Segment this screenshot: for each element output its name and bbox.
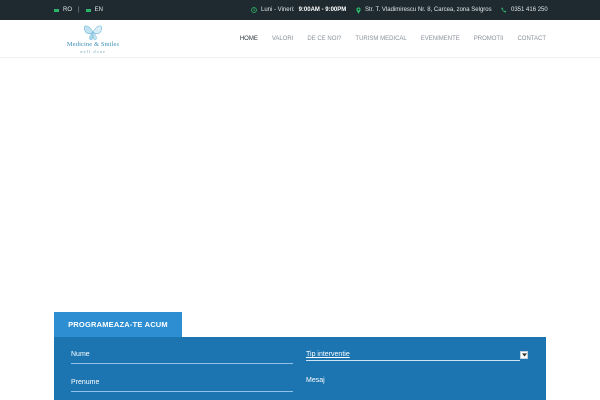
menu-item-evenimente[interactable]: EVENIMENTE [421, 36, 460, 42]
main-menu: HOME VALORI DE CE NOI? TURISM MEDICAL EV… [240, 20, 546, 58]
prenume-placeholder: Prenume [71, 379, 100, 386]
phone-icon [501, 7, 507, 13]
butterfly-logo-icon [83, 25, 103, 41]
dropdown-toggle[interactable] [520, 351, 528, 359]
menu-item-contact[interactable]: CONTACT [517, 36, 546, 42]
nume-underline [71, 363, 293, 364]
lang-en-link[interactable]: EN [95, 7, 103, 13]
prenume-underline [71, 391, 293, 392]
flag-ro-icon[interactable] [54, 8, 59, 12]
tip-interventie-value: Tip interventie [306, 351, 350, 358]
lang-ro-link[interactable]: RO [63, 7, 72, 13]
tip-interventie-select[interactable]: Tip interventie [306, 351, 528, 361]
hours-value: 9:00AM - 9:00PM [298, 7, 347, 13]
menu-item-promotii[interactable]: PROMOTII [474, 36, 504, 42]
mesaj-field[interactable]: Mesaj [306, 377, 528, 389]
menu-item-de-ce-noi[interactable]: DE CE NOI? [307, 36, 341, 42]
nume-field[interactable]: Nume [71, 351, 293, 364]
opening-hours: Luni - Vineri: 9:00AM - 9:00PM [251, 0, 346, 20]
lang-separator: | [78, 7, 80, 13]
appointment-form: Nume Prenume Tip interventie Mesaj [54, 337, 546, 400]
menu-item-turism-medical[interactable]: TURISM MEDICAL [355, 36, 406, 42]
nume-placeholder: Nume [71, 351, 90, 358]
logo-name: Medicine & Smiles [66, 41, 120, 48]
clock-icon [251, 7, 257, 13]
phone: 0351 416 250 [501, 0, 548, 20]
main-navbar: Medicine & Smiles well done HOME VALORI … [0, 20, 600, 58]
phone-number[interactable]: 0351 416 250 [511, 7, 548, 13]
language-switcher: RO | EN [54, 0, 103, 20]
address-text: Str. T. Vladimirescu Nr. 8, Carcea, zona… [365, 7, 492, 13]
appointment-tab[interactable]: PROGRAMEAZA-TE ACUM [54, 312, 182, 337]
chevron-down-icon [521, 353, 527, 357]
hours-prefix: Luni - Vineri: [261, 7, 295, 13]
top-bar: RO | EN Luni - Vineri: 9:00AM - 9:00PM S… [0, 0, 600, 20]
hero-area [0, 59, 600, 312]
map-pin-icon [356, 6, 361, 14]
menu-item-valori[interactable]: VALORI [272, 36, 294, 42]
address: Str. T. Vladimirescu Nr. 8, Carcea, zona… [356, 0, 492, 20]
tip-interventie-underline [306, 360, 520, 361]
mesaj-label: Mesaj [306, 377, 325, 384]
flag-en-icon[interactable] [85, 8, 91, 12]
logo-tagline: well done [79, 49, 107, 54]
menu-item-home[interactable]: HOME [240, 36, 258, 42]
prenume-field[interactable]: Prenume [71, 379, 293, 392]
site-logo[interactable]: Medicine & Smiles well done [54, 23, 132, 55]
